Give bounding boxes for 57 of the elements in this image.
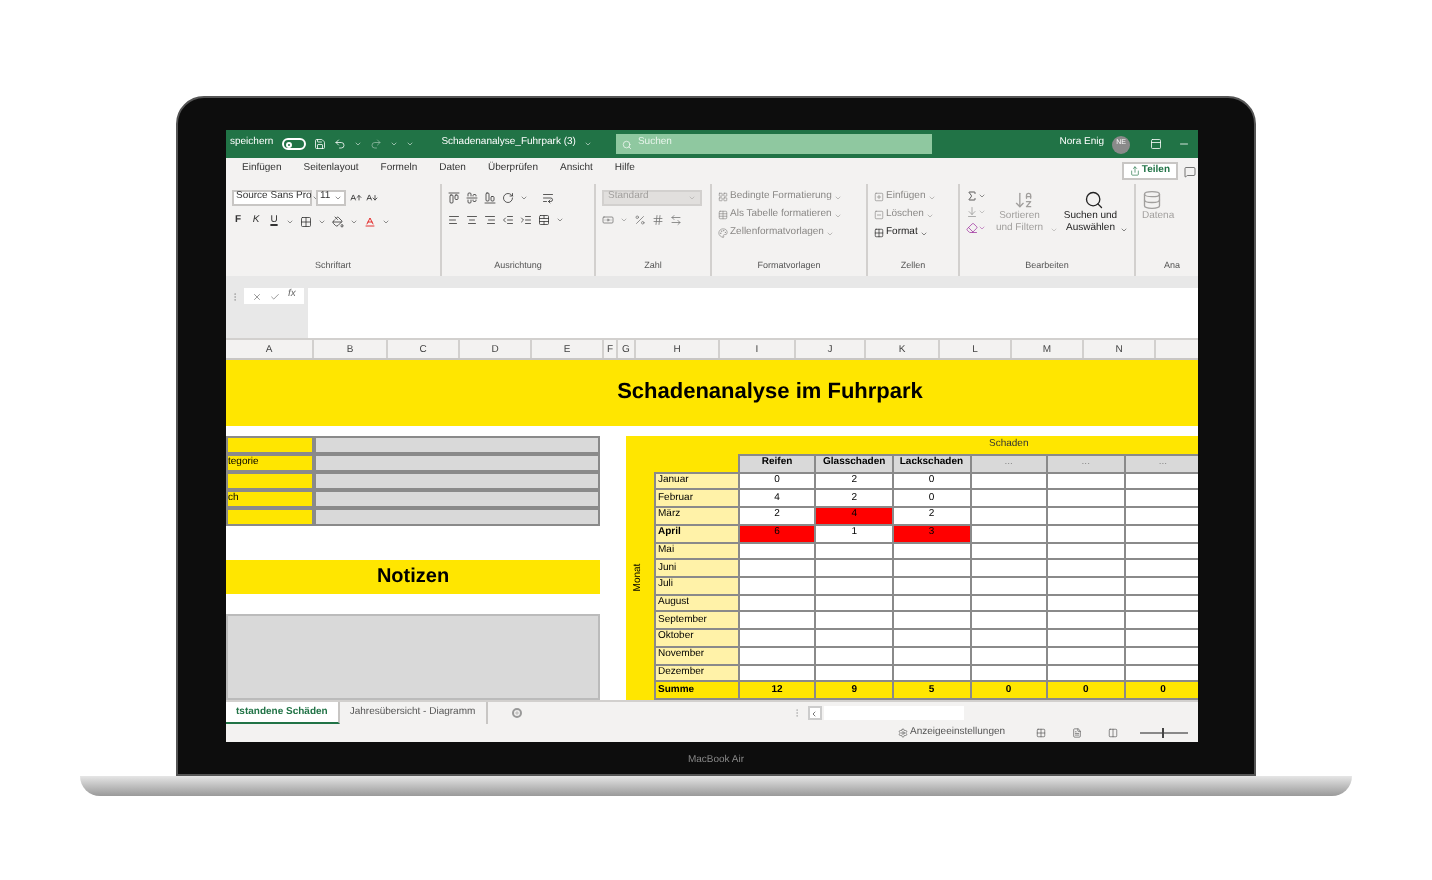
info-label-cell: [226, 508, 314, 526]
info-value-cell[interactable]: [314, 472, 600, 490]
align-middle-icon[interactable]: [466, 192, 478, 204]
align-top-icon[interactable]: [448, 192, 460, 204]
eraser-icon[interactable]: [966, 222, 978, 234]
comment-icon[interactable]: [1184, 165, 1196, 177]
orientation-icon[interactable]: [502, 192, 514, 204]
info-value-cell[interactable]: [314, 454, 600, 472]
info-label-cell: [226, 436, 314, 454]
ribbon-display-icon[interactable]: [1150, 138, 1162, 150]
delete-cells-icon[interactable]: [874, 210, 884, 220]
undo-icon[interactable]: [333, 138, 346, 150]
autosave-toggle[interactable]: [281, 138, 306, 150]
add-sheet-icon[interactable]: [511, 708, 522, 718]
info-value-cell[interactable]: [314, 508, 600, 526]
decimal-icon[interactable]: [670, 214, 682, 226]
page-layout-icon[interactable]: [1071, 728, 1082, 738]
indent-decrease-icon[interactable]: [502, 214, 514, 226]
align-center-icon[interactable]: [466, 214, 478, 226]
thousands-icon[interactable]: [652, 214, 664, 226]
save-icon[interactable]: [313, 138, 326, 150]
sort-icon[interactable]: [1013, 190, 1034, 210]
share-icon[interactable]: [1129, 166, 1140, 176]
fill-color-icon[interactable]: [332, 215, 344, 227]
indent-increase-icon[interactable]: [520, 214, 532, 226]
notes-title: Notizen: [376, 564, 450, 592]
scrollbar-thumb[interactable]: [823, 706, 964, 720]
shrink-font-icon[interactable]: [366, 192, 378, 204]
align-bottom-icon[interactable]: [484, 192, 496, 204]
settings-icon[interactable]: [898, 728, 908, 738]
align-right-icon[interactable]: [484, 214, 496, 226]
wrap-text-icon[interactable]: [542, 192, 554, 204]
sheet-title: Schadenanalyse im Fuhrpark: [617, 378, 923, 409]
database-icon[interactable]: [1142, 190, 1162, 210]
grow-font-icon[interactable]: [350, 192, 362, 204]
formula-input[interactable]: [307, 288, 1198, 338]
confirm-icon[interactable]: [270, 291, 280, 301]
conditional-format-icon[interactable]: [718, 192, 728, 202]
minimize-icon[interactable]: [1178, 138, 1190, 150]
normal-view-icon[interactable]: [1035, 728, 1046, 738]
borders-icon[interactable]: [300, 215, 312, 227]
format-cells-icon[interactable]: [874, 228, 884, 238]
info-label-cell: [226, 472, 314, 490]
percent-icon[interactable]: [634, 214, 646, 226]
merge-cells-icon[interactable]: [538, 214, 550, 226]
autosum-icon[interactable]: [966, 190, 978, 202]
table-format-icon[interactable]: [718, 210, 728, 220]
info-value-cell[interactable]: [314, 490, 600, 508]
cell-style-icon[interactable]: [718, 228, 728, 238]
fill-icon[interactable]: [966, 206, 978, 218]
info-value-cell[interactable]: [314, 436, 600, 454]
search-icon[interactable]: [1084, 190, 1105, 210]
page-break-icon[interactable]: [1107, 728, 1118, 738]
align-left-icon[interactable]: [448, 214, 460, 226]
insert-cells-icon[interactable]: [874, 192, 884, 202]
font-color-icon[interactable]: [364, 215, 376, 227]
currency-icon[interactable]: [602, 214, 614, 226]
